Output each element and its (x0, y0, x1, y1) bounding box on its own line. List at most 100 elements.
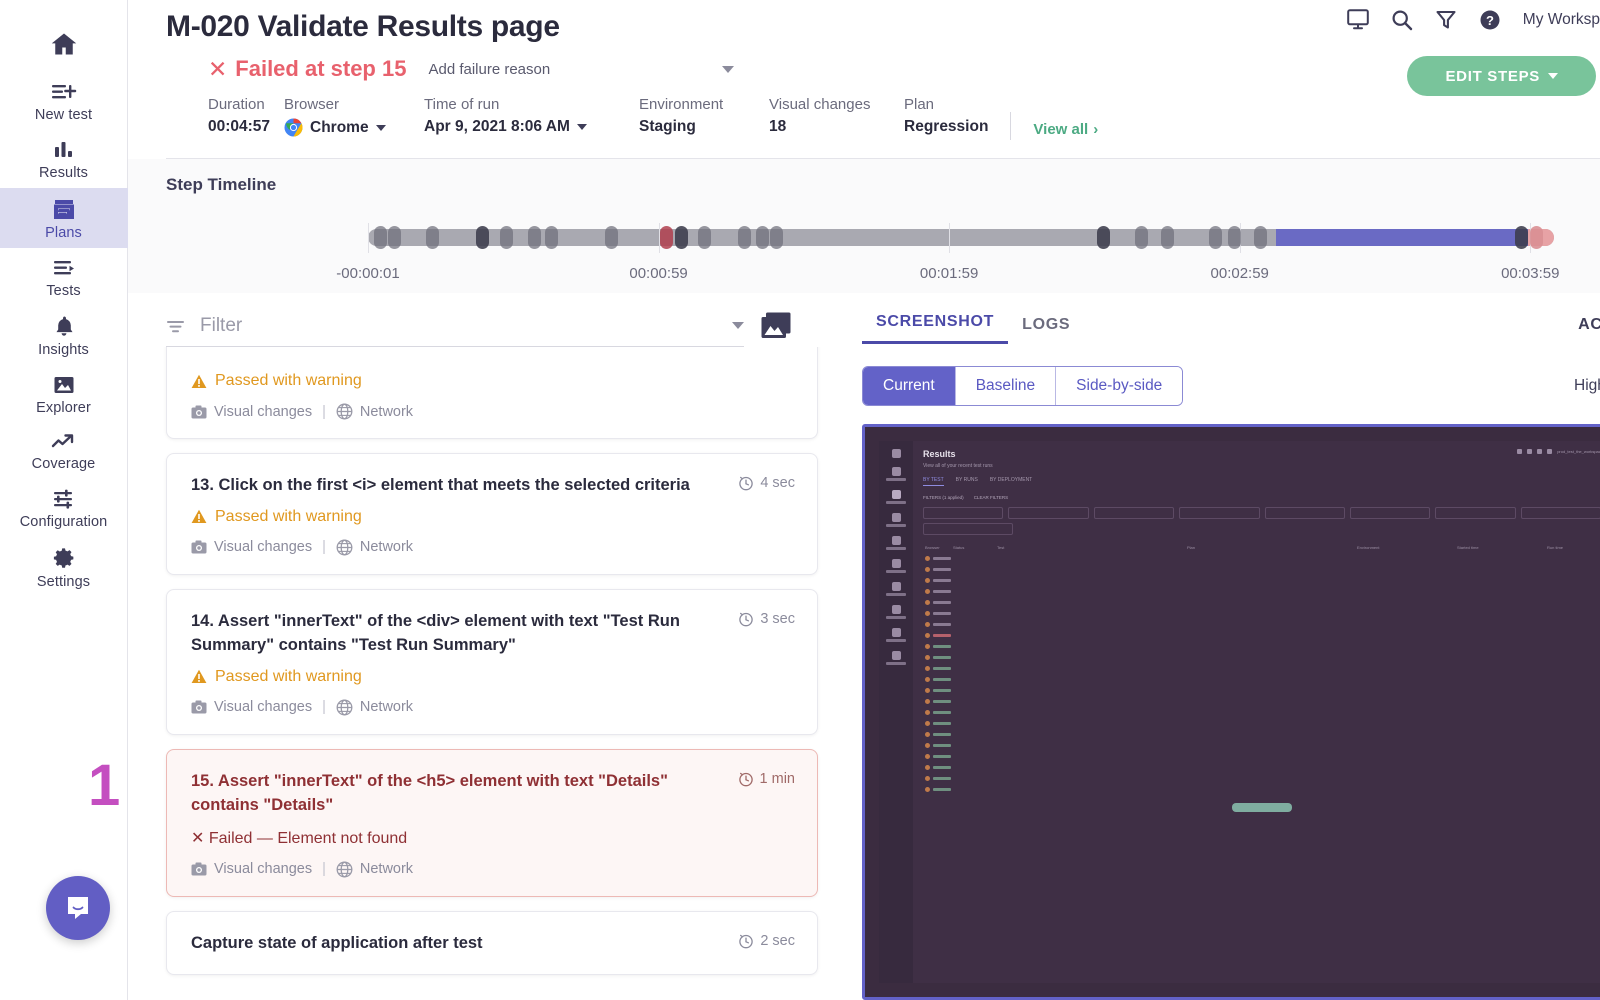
network-link[interactable]: Network (336, 403, 413, 420)
sidebar-item-explorer[interactable]: Explorer (0, 365, 128, 423)
timeline-step-dot[interactable] (500, 226, 513, 249)
timeline-step-dot[interactable] (1161, 226, 1174, 249)
preview-results-table: BrowserStatusTestPlanEnvironmentStarted … (923, 542, 1600, 795)
actions-button[interactable]: ACTIONS (1578, 316, 1600, 344)
sidebar-item-settings[interactable]: Settings (0, 537, 128, 597)
sidebar-item-new-test[interactable]: New test (0, 72, 128, 130)
timeline-step-dot[interactable] (1530, 226, 1543, 249)
edit-steps-button[interactable]: EDIT STEPS (1407, 56, 1596, 96)
preview-table-row (923, 630, 1600, 641)
preview-table-row (923, 685, 1600, 696)
tab-logs[interactable]: LOGS (1008, 310, 1084, 344)
separator: | (322, 539, 326, 555)
chat-launcher-button[interactable] (46, 876, 110, 940)
preview-table-col: Run time (1547, 545, 1599, 550)
search-filter-input[interactable]: Filter (166, 305, 744, 347)
preview-nav-item (886, 651, 906, 665)
sidebar-item-plans[interactable]: Plans (0, 188, 128, 248)
filter-icon[interactable] (1435, 9, 1457, 31)
step-card[interactable]: Passed with warningVisual changes|Networ… (166, 347, 818, 439)
sidebar-item-tests[interactable]: Tests (0, 248, 128, 306)
sidebar-item-configuration[interactable]: Configuration (0, 479, 128, 537)
timeline-step-dot[interactable] (660, 226, 673, 249)
preview-topbar: prod_test_the_workspace (1517, 449, 1600, 454)
view-all-link[interactable]: View all › (1033, 121, 1098, 138)
failure-reason-dropdown-icon[interactable] (722, 66, 734, 73)
chevron-down-icon[interactable] (732, 322, 744, 329)
timeline-step-dot[interactable] (1097, 226, 1110, 249)
timeline-step-dot[interactable] (698, 226, 711, 249)
timeline-step-dot[interactable] (1135, 226, 1148, 249)
screenshot-viewer[interactable]: prod_test_the_workspace Results View all… (862, 424, 1600, 1000)
timeline-step-dot[interactable] (1254, 226, 1267, 249)
network-link[interactable]: Network (336, 861, 413, 878)
visual-changes-link[interactable]: Visual changes (191, 861, 312, 877)
sidebar-item-coverage[interactable]: Coverage (0, 423, 128, 479)
workspace-selector[interactable]: My Workspace (1523, 8, 1600, 31)
highlighting-dropdown[interactable]: Highlighting (1574, 377, 1600, 395)
monitor-icon[interactable] (1347, 9, 1369, 30)
timeline-step-dot[interactable] (738, 226, 751, 249)
timeline-step-dot[interactable] (545, 226, 558, 249)
timeline-tick (368, 223, 369, 253)
step-card[interactable]: Capture state of application after test2… (166, 911, 818, 975)
annotation-marker-1: 1 (88, 757, 120, 815)
bell-icon (53, 315, 75, 338)
timeline-tick (949, 223, 950, 253)
tab-screenshot[interactable]: SCREENSHOT (862, 307, 1008, 344)
sidebar-item-home[interactable] (0, 16, 128, 72)
timeline-step-dot[interactable] (770, 226, 783, 249)
meta-duration: Duration 00:04:57 (208, 96, 284, 140)
view-mode-baseline[interactable]: Baseline (956, 367, 1056, 405)
chevron-down-icon (1548, 73, 1558, 79)
timeline-step-dot[interactable] (426, 226, 439, 249)
step-card[interactable]: 13. Click on the first <i> element that … (166, 453, 818, 575)
timeline-step-dot[interactable] (374, 226, 387, 249)
sidebar-item-insights[interactable]: Insights (0, 306, 128, 365)
gallery-image-icon[interactable] (760, 311, 792, 341)
view-mode-current[interactable]: Current (863, 367, 956, 405)
preview-tab: BY RUNS (956, 477, 978, 486)
timeline-step-dot[interactable] (605, 226, 618, 249)
app-root: New test Results Plans (0, 0, 1600, 1000)
timeline-step-dot[interactable] (1209, 226, 1222, 249)
search-icon[interactable] (1391, 9, 1413, 31)
network-link[interactable]: Network (336, 699, 413, 716)
step-card[interactable]: 14. Assert "innerText" of the <div> elem… (166, 589, 818, 735)
timeline-step-dot[interactable] (476, 226, 489, 249)
timeline-step-dot[interactable] (675, 226, 688, 249)
preview-load-more-button (1232, 803, 1292, 812)
visual-changes-label: Visual changes (214, 539, 312, 555)
help-icon[interactable]: ? (1479, 9, 1501, 31)
sidebar-item-results[interactable]: Results (0, 130, 128, 188)
warning-triangle-icon (191, 374, 207, 389)
step-timeline-track[interactable] (368, 221, 1554, 261)
view-mode-toggle: Current Baseline Side-by-side (862, 366, 1183, 406)
meta-browser: Browser Chrome (284, 96, 424, 140)
timeline-step-dot[interactable] (756, 226, 769, 249)
meta-value-wrap[interactable]: Chrome (284, 118, 424, 137)
visual-changes-link[interactable]: Visual changes (191, 699, 312, 715)
warning-triangle-icon (191, 669, 207, 684)
step-footer-links: Visual changes | Network (191, 539, 793, 556)
timeline-step-dot[interactable] (388, 226, 401, 249)
timeline-step-dot[interactable] (1228, 226, 1241, 249)
image-icon (52, 374, 76, 396)
meta-environment: Environment Staging (639, 96, 769, 140)
meta-time-of-run: Time of run Apr 9, 2021 8:06 AM (424, 96, 639, 140)
step-status-text: Passed with warning (215, 668, 362, 686)
preview-clear-chip: CLEAR FILTERS (974, 495, 1008, 500)
failure-reason-input[interactable]: Add failure reason (428, 61, 550, 78)
timeline-step-dot[interactable] (528, 226, 541, 249)
step-card[interactable]: 15. Assert "innerText" of the <h5> eleme… (166, 749, 818, 897)
timeline-step-dot[interactable] (1515, 226, 1528, 249)
view-mode-side-by-side[interactable]: Side-by-side (1056, 367, 1182, 405)
meta-value-wrap[interactable]: Apr 9, 2021 8:06 AM (424, 118, 639, 136)
chevron-right-icon: › (1093, 121, 1098, 138)
visual-changes-link[interactable]: Visual changes (191, 539, 312, 555)
preview-table-row (923, 564, 1600, 575)
visual-changes-link[interactable]: Visual changes (191, 404, 312, 420)
timeline-tick-label: -00:00:01 (336, 265, 399, 282)
network-link[interactable]: Network (336, 539, 413, 556)
preview-sidebar (879, 441, 913, 983)
